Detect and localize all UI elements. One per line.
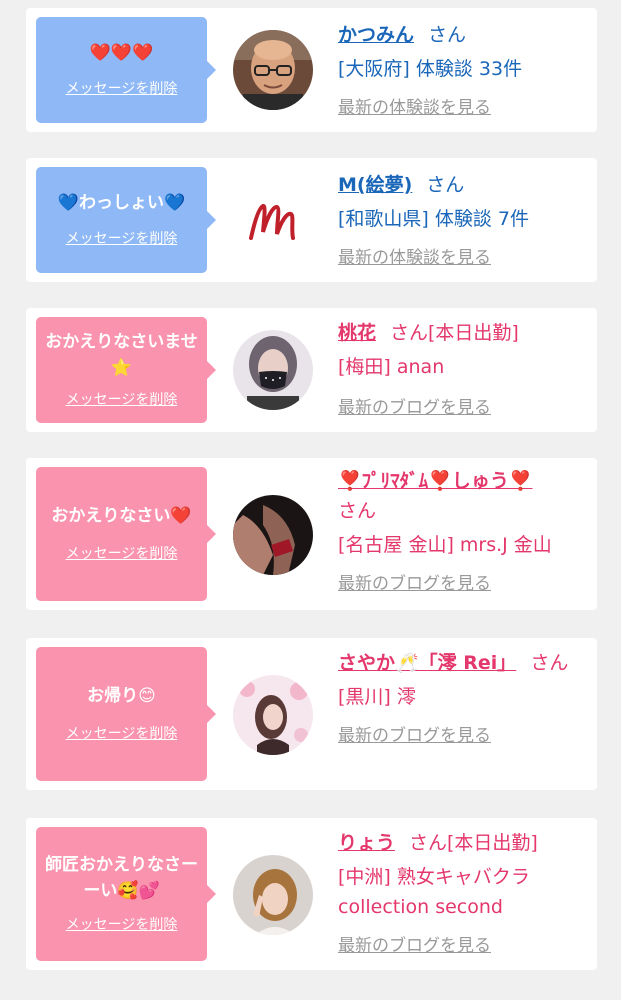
user-detail: [黒川] 澪 xyxy=(338,686,416,708)
avatar[interactable] xyxy=(233,30,313,110)
user-info: りょう さん[本日出勤] [中洲] 熟女キャバクラ collection seco… xyxy=(338,828,593,958)
message-text: お帰り😊 xyxy=(87,686,156,706)
user-info: ❣️ﾌﾟﾘﾏﾀﾞﾑ❣️しゅう❣️ さん [名古屋 金山] mrs.J 金山 最新… xyxy=(338,466,593,596)
honorific: さん xyxy=(428,24,467,46)
honorific: さん[本日出勤] xyxy=(409,832,538,854)
user-info: さやか🥂「澪 Rei」 さん [黒川] 澪 最新のブログを見る xyxy=(338,648,593,748)
message-text: 師匠おかえりなさーーい🥰💕 xyxy=(45,855,198,901)
latest-post-link[interactable]: 最新のブログを見る xyxy=(338,396,491,420)
latest-post-link[interactable]: 最新のブログを見る xyxy=(338,572,491,596)
message-text: ❤️❤️❤️ xyxy=(89,43,154,63)
user-info: 桃花 さん[本日出勤] [梅田] anan 最新のブログを見る xyxy=(338,318,593,420)
user-name-link[interactable]: 桃花 xyxy=(338,322,376,344)
delete-message-link[interactable]: メッセージを削除 xyxy=(66,543,178,563)
woman-peace-sign-photo-icon xyxy=(233,855,313,935)
message-bubble: おかえりなさいませ⭐ メッセージを削除 xyxy=(36,317,216,423)
message-bubble: お帰り😊 メッセージを削除 xyxy=(36,647,216,781)
user-detail: [梅田] anan xyxy=(338,356,445,378)
message-text: おかえりなさい❤️ xyxy=(51,506,192,526)
red-letter-m-logo-icon xyxy=(233,180,313,260)
honorific: さん xyxy=(530,652,569,674)
message-bubble: 師匠おかえりなさーーい🥰💕 メッセージを削除 xyxy=(36,827,216,961)
user-name-link[interactable]: かつみん xyxy=(338,24,414,46)
message-bubble: ❤️❤️❤️ メッセージを削除 xyxy=(36,17,216,123)
avatar[interactable] xyxy=(233,855,313,935)
user-detail: [大阪府] 体験談 33件 xyxy=(338,58,523,80)
honorific: さん xyxy=(426,174,465,196)
user-name-link[interactable]: りょう xyxy=(338,832,395,854)
woman-black-mask-photo-icon xyxy=(233,330,313,410)
latest-post-link[interactable]: 最新の体験談を見る xyxy=(338,96,491,120)
user-card: ❤️❤️❤️ メッセージを削除 かつみん さん [大阪府] 体験談 33件 最新の… xyxy=(26,8,597,132)
message-bubble: おかえりなさい❤️ メッセージを削除 xyxy=(36,467,216,601)
latest-post-link[interactable]: 最新のブログを見る xyxy=(338,934,491,958)
user-info: M(絵夢) さん [和歌山県] 体験談 7件 最新の体験談を見る xyxy=(338,170,593,270)
message-text: 💙わっしょい💙 xyxy=(57,193,186,213)
dark-legs-photo-icon xyxy=(233,495,313,575)
user-info: かつみん さん [大阪府] 体験談 33件 最新の体験談を見る xyxy=(338,20,593,120)
delete-message-link[interactable]: メッセージを削除 xyxy=(66,78,178,98)
honorific: さん[本日出勤] xyxy=(390,322,519,344)
user-detail: [名古屋 金山] mrs.J 金山 xyxy=(338,534,552,556)
avatar[interactable] xyxy=(233,495,313,575)
woman-pink-flowers-photo-icon xyxy=(233,675,313,755)
avatar[interactable] xyxy=(233,180,313,260)
honorific: さん xyxy=(338,500,377,522)
user-card: おかえりなさい❤️ メッセージを削除 ❣️ﾌﾟﾘﾏﾀﾞﾑ❣️しゅう❣️ さん [… xyxy=(26,458,597,610)
avatar[interactable] xyxy=(233,675,313,755)
delete-message-link[interactable]: メッセージを削除 xyxy=(66,914,178,934)
avatar[interactable] xyxy=(233,330,313,410)
message-bubble: 💙わっしょい💙 メッセージを削除 xyxy=(36,167,216,273)
user-card: おかえりなさいませ⭐ メッセージを削除 桃花 さん[本日出勤] [梅田] anan… xyxy=(26,308,597,432)
delete-message-link[interactable]: メッセージを削除 xyxy=(66,389,178,409)
bald-man-glasses-photo-icon xyxy=(233,30,313,110)
user-name-link[interactable]: さやか🥂「澪 Rei」 xyxy=(338,652,516,674)
delete-message-link[interactable]: メッセージを削除 xyxy=(66,228,178,248)
user-card: お帰り😊 メッセージを削除 さやか🥂「澪 Rei」 さん [黒川] 澪 最新のブロ… xyxy=(26,638,597,790)
user-detail: [中洲] 熟女キャバクラ collection second xyxy=(338,866,530,918)
user-card: 💙わっしょい💙 メッセージを削除 M(絵夢) さん [和歌山県] 体験談 7件 最… xyxy=(26,158,597,282)
latest-post-link[interactable]: 最新の体験談を見る xyxy=(338,246,491,270)
delete-message-link[interactable]: メッセージを削除 xyxy=(66,723,178,743)
user-card: 師匠おかえりなさーーい🥰💕 メッセージを削除 りょう さん[本日出勤] [中洲] … xyxy=(26,818,597,970)
user-name-link[interactable]: M(絵夢) xyxy=(338,174,412,196)
message-text: おかえりなさいませ⭐ xyxy=(45,332,198,378)
latest-post-link[interactable]: 最新のブログを見る xyxy=(338,724,491,748)
user-detail: [和歌山県] 体験談 7件 xyxy=(338,208,529,230)
user-name-link[interactable]: ❣️ﾌﾟﾘﾏﾀﾞﾑ❣️しゅう❣️ xyxy=(338,470,532,492)
